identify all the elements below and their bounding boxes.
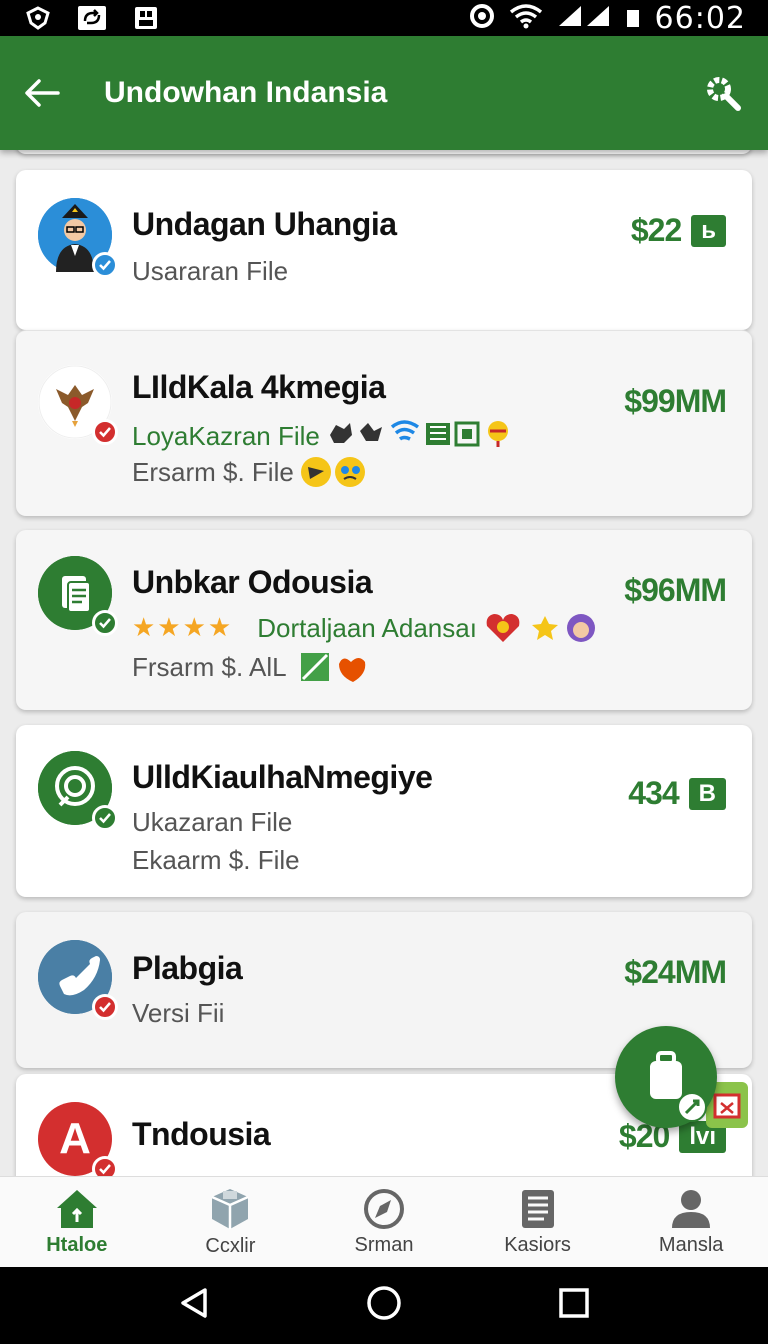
item-line-1: LoyaKazran File bbox=[132, 417, 516, 456]
list-item[interactable]: Unbkar Odousia ★★★★ Dortaljaan Adansaı F… bbox=[16, 530, 752, 710]
price-tag: В bbox=[688, 777, 726, 810]
emoji-icons bbox=[300, 457, 365, 487]
avatar bbox=[38, 556, 118, 636]
nav-label: Mansla bbox=[658, 1233, 724, 1256]
avatar bbox=[38, 198, 118, 278]
price-tag: ь bbox=[691, 214, 726, 247]
luggage-icon bbox=[650, 1051, 682, 1099]
compass-icon bbox=[363, 1188, 404, 1229]
item-price: $96MM bbox=[624, 572, 727, 608]
sticker-icons bbox=[326, 417, 516, 456]
avatar bbox=[38, 940, 118, 1020]
storage-icon bbox=[130, 5, 162, 31]
calendar-icon bbox=[713, 1093, 741, 1119]
nav-label: Srman bbox=[354, 1233, 414, 1256]
item-price: 434 В bbox=[628, 775, 726, 812]
circle-home-icon bbox=[367, 1286, 401, 1320]
item-line-1: Ukazaran File bbox=[132, 807, 293, 837]
item-line-1-text: Dortaljaan Adansaı bbox=[257, 612, 477, 643]
item-line-1: ★★★★ Dortaljaan Adansaı bbox=[132, 610, 601, 646]
person-icon bbox=[672, 1189, 711, 1228]
page-title: Undowhan Indansia bbox=[104, 76, 388, 109]
list-item[interactable]: Undagan Uhangia Usararan File $22 ь bbox=[16, 170, 752, 330]
nav-item-box[interactable]: Ccxlir bbox=[154, 1177, 308, 1267]
nav-label: Kasiors bbox=[504, 1233, 571, 1256]
item-line-2: Ekaarm $. File bbox=[132, 845, 300, 875]
nav-item-documents[interactable]: Kasiors bbox=[461, 1177, 615, 1267]
item-title: Plabgia bbox=[132, 950, 243, 986]
sticker-icons bbox=[486, 614, 595, 642]
item-subtitle: Usararan File bbox=[132, 256, 289, 286]
leaf-sticker-icons bbox=[300, 653, 365, 682]
edit-tool-icon bbox=[677, 1092, 707, 1122]
item-title: Unbkar Odousia bbox=[132, 564, 373, 600]
nav-item-home[interactable]: Htaloe bbox=[0, 1177, 154, 1267]
item-subtitle: Versi Fii bbox=[132, 998, 225, 1028]
list-item[interactable]: LIldKala 4kmegia LoyaKazran File Ersarm … bbox=[16, 330, 752, 516]
nav-item-profile[interactable]: Mansla bbox=[614, 1177, 768, 1267]
back-button[interactable] bbox=[22, 73, 62, 113]
home-icon bbox=[56, 1189, 97, 1228]
item-title: UlldKiaulhaNmegiye bbox=[132, 759, 433, 795]
verified-badge-icon bbox=[92, 610, 118, 636]
verified-badge-icon bbox=[92, 252, 118, 278]
rating-stars: ★★★★ bbox=[132, 613, 234, 643]
item-line-2: Frsarm $. AlL bbox=[132, 650, 373, 684]
bottom-nav: Htaloe Ccxlir Srman Kasiors Mansla bbox=[0, 1176, 768, 1267]
sync-icon bbox=[76, 5, 108, 31]
avatar-letter: A bbox=[59, 1114, 91, 1163]
nav-label: Htaloe bbox=[46, 1233, 108, 1256]
nav-item-compass[interactable]: Srman bbox=[307, 1177, 461, 1267]
list-item[interactable]: UlldKiaulhaNmegiye Ukazaran File Ekaarm … bbox=[16, 725, 752, 897]
price-value: $22 bbox=[630, 212, 682, 248]
arrow-back-icon bbox=[25, 79, 60, 107]
verified-badge-icon bbox=[92, 805, 118, 831]
settings-button[interactable] bbox=[700, 70, 746, 116]
alert-check-icon bbox=[92, 419, 118, 445]
wifi-icon bbox=[509, 3, 543, 34]
avatar bbox=[38, 751, 118, 831]
nav-label: Ccxlir bbox=[205, 1234, 256, 1257]
document-icon bbox=[521, 1189, 554, 1228]
triangle-back-icon bbox=[181, 1288, 208, 1318]
item-title: Undagan Uhangia bbox=[132, 206, 397, 242]
home-nav-button[interactable] bbox=[366, 1285, 402, 1326]
item-line-2-text: Ersarm $. File bbox=[132, 456, 294, 487]
avatar: A bbox=[38, 1102, 118, 1176]
back-nav-button[interactable] bbox=[177, 1286, 211, 1325]
square-recents-icon bbox=[558, 1288, 589, 1318]
alert-check-icon bbox=[92, 1156, 118, 1176]
location-icon bbox=[469, 3, 495, 34]
item-title: LIldKala 4kmegia bbox=[132, 369, 386, 405]
alert-check-icon bbox=[92, 994, 118, 1020]
item-list[interactable]: Undagan Uhangia Usararan File $22 ь LIld… bbox=[0, 150, 768, 1176]
status-bar: 66:02 bbox=[0, 0, 768, 36]
signal-icon bbox=[557, 4, 611, 33]
box-icon bbox=[211, 1188, 249, 1229]
emblem-icon bbox=[22, 5, 54, 31]
recents-nav-button[interactable] bbox=[557, 1286, 591, 1325]
item-price: $99MM bbox=[624, 383, 727, 419]
avatar bbox=[38, 365, 118, 445]
item-price: $24MM bbox=[624, 954, 727, 990]
add-luggage-button[interactable] bbox=[615, 1026, 717, 1128]
item-title: Tndousia bbox=[132, 1116, 271, 1152]
price-value: 434 bbox=[628, 775, 679, 811]
system-nav-bar bbox=[0, 1267, 768, 1344]
list-item-partial[interactable] bbox=[16, 150, 752, 154]
item-price: $22 ь bbox=[631, 212, 726, 249]
battery-icon bbox=[625, 4, 641, 33]
item-line-2: Ersarm $. File bbox=[132, 455, 370, 489]
item-line-2-text: Frsarm $. AlL bbox=[132, 651, 287, 682]
item-line-1-text: LoyaKazran File bbox=[132, 421, 320, 451]
app-bar: Undowhan Indansia bbox=[0, 36, 768, 150]
settings-search-icon bbox=[707, 77, 741, 111]
status-time: 66:02 bbox=[654, 0, 746, 36]
